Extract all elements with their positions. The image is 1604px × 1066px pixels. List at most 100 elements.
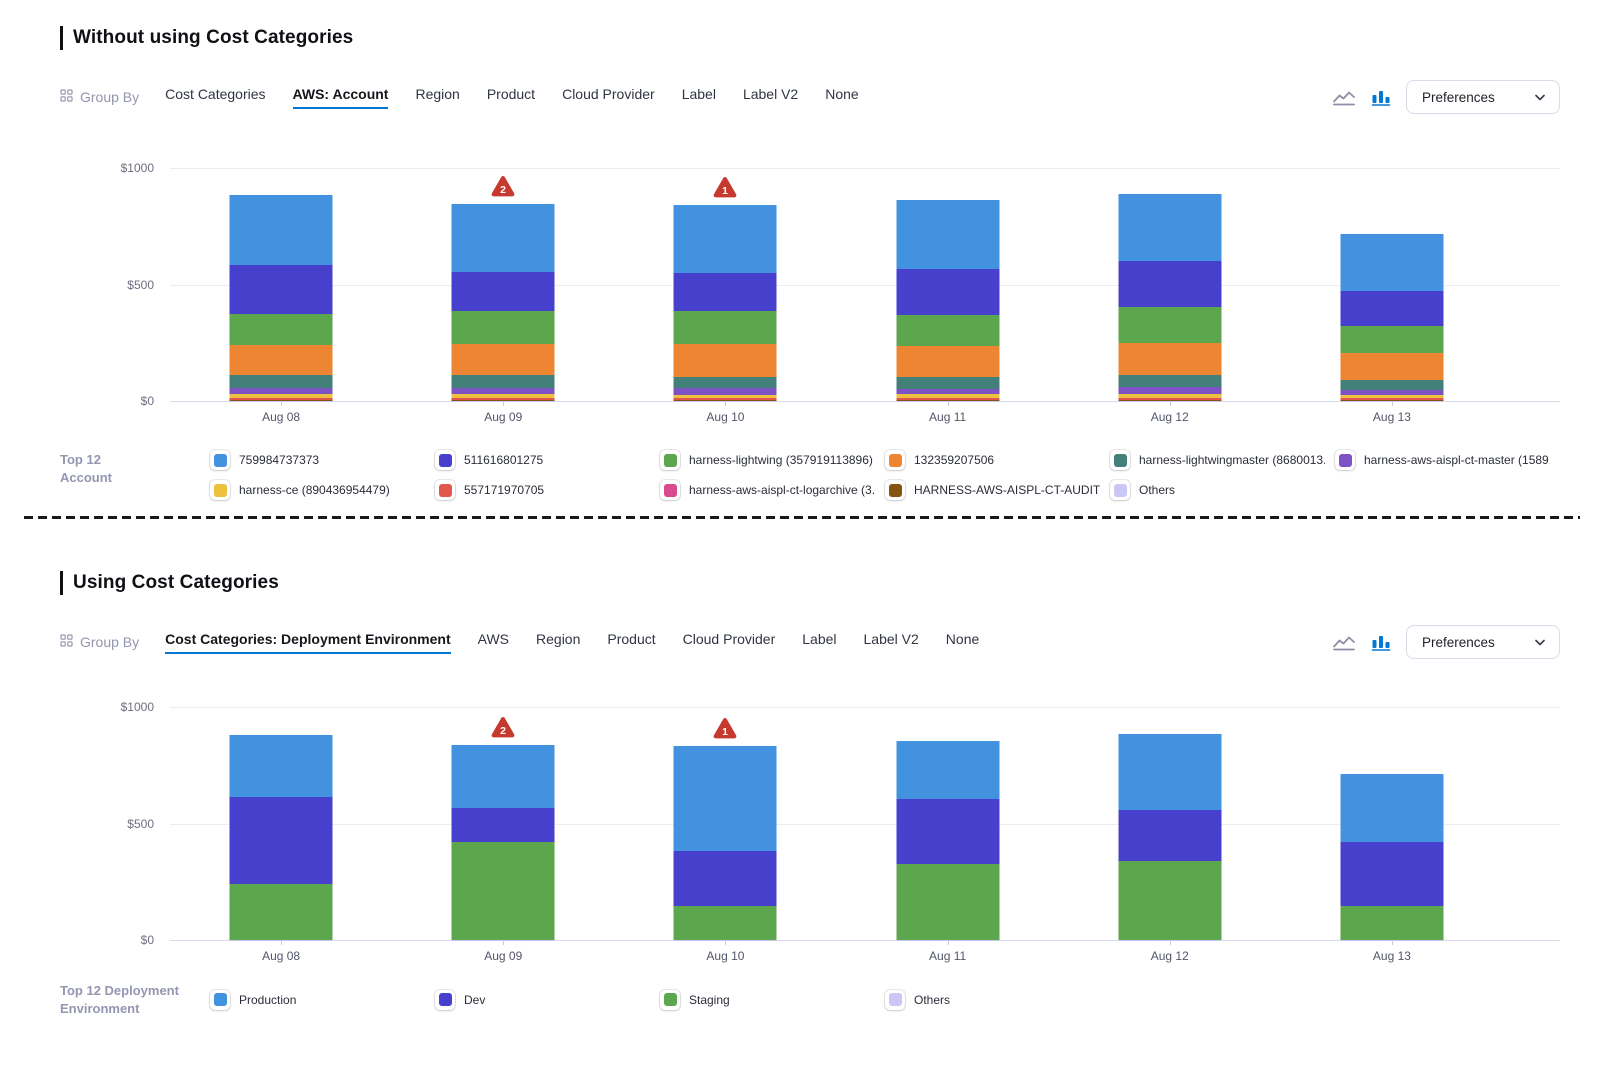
bar-segment-dev[interactable] [230,797,333,884]
group-by-tab-product[interactable]: Product [607,631,655,654]
anomaly-warning-icon[interactable]: 1 [712,717,738,739]
bar-segment-staging[interactable] [674,906,777,940]
bar-segment-production[interactable] [1340,774,1443,842]
group-by-tab-cost-categories[interactable]: Cost Categories [165,86,265,109]
bar-segment-dev[interactable] [1340,842,1443,906]
legend-item-staging[interactable]: Staging [660,990,885,1010]
bar-segment-132359207506[interactable] [230,345,333,375]
bar-segment-harness-aws-aispl-ct-master-1589[interactable] [674,388,777,395]
bar-segment-132359207506[interactable] [1340,353,1443,380]
legend-item-harness-ce-890436954479[interactable]: harness-ce (890436954479) [210,480,435,500]
bar-segment-511616801275[interactable] [1118,261,1221,306]
bar-aug-11[interactable] [896,741,999,940]
group-by-tab-aws-account[interactable]: AWS: Account [293,86,389,109]
bar-segment-759984737373[interactable] [230,195,333,265]
legend-item-harness-aws-aispl-ct-audit[interactable]: HARNESS-AWS-AISPL-CT-AUDIT (... [885,480,1110,500]
bar-segment-132359207506[interactable] [452,344,555,375]
bar-aug-10[interactable] [674,205,777,401]
group-by-tab-none[interactable]: None [946,631,979,654]
group-by-tab-none[interactable]: None [825,86,858,109]
preferences-button[interactable]: Preferences [1406,625,1560,659]
bar-segment-production[interactable] [1118,734,1221,811]
legend-item-dev[interactable]: Dev [435,990,660,1010]
bar-segment-harness-lightwingmaster-8680013[interactable] [1118,375,1221,387]
group-by-tab-aws[interactable]: AWS [478,631,509,654]
bar-segment-harness-lightwing-357919113896[interactable] [230,314,333,345]
bar-segment-staging[interactable] [452,842,555,940]
bar-segment-harness-lightwing-357919113896[interactable] [452,311,555,344]
bar-aug-12[interactable] [1118,734,1221,940]
legend-item-511616801275[interactable]: 511616801275 [435,450,660,470]
bar-segment-511616801275[interactable] [674,273,777,311]
anomaly-warning-icon[interactable]: 2 [490,175,516,197]
group-by-tab-region[interactable]: Region [536,631,580,654]
bar-aug-13[interactable] [1340,774,1443,940]
legend-item-harness-aws-aispl-ct-master-1589[interactable]: harness-aws-aispl-ct-master (1589... [1335,450,1560,470]
group-by-tab-product[interactable]: Product [487,86,535,109]
bar-aug-09[interactable] [452,745,555,940]
legend-item-132359207506[interactable]: 132359207506 [885,450,1110,470]
group-by-tab-cloud-provider[interactable]: Cloud Provider [562,86,655,109]
bar-segment-759984737373[interactable] [1118,194,1221,262]
bar-segment-harness-lightwingmaster-8680013[interactable] [1340,380,1443,390]
group-by-tab-label[interactable]: Label [802,631,836,654]
bar-segment-production[interactable] [452,745,555,808]
legend-item-759984737373[interactable]: 759984737373 [210,450,435,470]
line-chart-toggle-icon[interactable] [1332,89,1356,106]
bar-segment-511616801275[interactable] [230,265,333,314]
bar-segment-759984737373[interactable] [674,205,777,273]
bar-segment-harness-lightwingmaster-8680013[interactable] [674,377,777,389]
bar-segment-harness-aws-aispl-ct-master-1589[interactable] [1118,387,1221,394]
legend-item-557171970705[interactable]: 557171970705 [435,480,660,500]
legend-item-harness-aws-aispl-ct-logarchive-3[interactable]: harness-aws-aispl-ct-logarchive (3... [660,480,885,500]
bar-segment-staging[interactable] [230,884,333,940]
bar-segment-harness-lightwing-357919113896[interactable] [674,311,777,344]
group-by-tab-cloud-provider[interactable]: Cloud Provider [683,631,776,654]
anomaly-warning-icon[interactable]: 1 [712,176,738,198]
bar-aug-09[interactable] [452,204,555,401]
bar-segment-staging[interactable] [1340,906,1443,940]
bar-segment-dev[interactable] [452,808,555,842]
bar-segment-132359207506[interactable] [674,344,777,377]
bar-segment-harness-lightwingmaster-8680013[interactable] [452,375,555,388]
anomaly-warning-icon[interactable]: 2 [490,716,516,738]
group-by-tab-label-v2[interactable]: Label V2 [864,631,919,654]
group-by-tab-cost-categories-deployment-environment[interactable]: Cost Categories: Deployment Environment [165,631,451,654]
bar-segment-dev[interactable] [896,799,999,864]
legend-item-others[interactable]: Others [885,990,1110,1010]
bar-segment-dev[interactable] [674,851,777,906]
legend-item-production[interactable]: Production [210,990,435,1010]
bar-segment-132359207506[interactable] [1118,343,1221,376]
bar-segment-759984737373[interactable] [452,204,555,272]
legend-item-harness-lightwingmaster-8680013[interactable]: harness-lightwingmaster (8680013... [1110,450,1335,470]
bar-segment-harness-lightwingmaster-8680013[interactable] [896,377,999,390]
bar-aug-11[interactable] [896,200,999,401]
bar-chart-toggle-icon[interactable] [1371,634,1391,651]
bar-segment-production[interactable] [230,735,333,797]
bar-aug-10[interactable] [674,746,777,940]
bar-aug-13[interactable] [1340,234,1443,401]
group-by-tab-region[interactable]: Region [415,86,459,109]
bar-segment-759984737373[interactable] [896,200,999,270]
legend-item-harness-lightwing-357919113896[interactable]: harness-lightwing (357919113896) [660,450,885,470]
group-by-tab-label[interactable]: Label [682,86,716,109]
bar-segment-511616801275[interactable] [452,272,555,312]
bar-aug-12[interactable] [1118,194,1221,401]
bar-segment-staging[interactable] [896,864,999,940]
bar-segment-harness-lightwing-357919113896[interactable] [896,315,999,346]
bar-segment-harness-lightwingmaster-8680013[interactable] [230,375,333,388]
bar-segment-staging[interactable] [1118,861,1221,940]
bar-segment-harness-lightwing-357919113896[interactable] [1340,326,1443,353]
bar-segment-511616801275[interactable] [1340,291,1443,326]
bar-chart-toggle-icon[interactable] [1371,89,1391,106]
bar-segment-dev[interactable] [1118,810,1221,860]
preferences-button[interactable]: Preferences [1406,80,1560,114]
bar-segment-production[interactable] [896,741,999,799]
line-chart-toggle-icon[interactable] [1332,634,1356,651]
bar-segment-harness-lightwing-357919113896[interactable] [1118,307,1221,343]
bar-segment-production[interactable] [674,746,777,851]
legend-item-others[interactable]: Others [1110,480,1335,500]
group-by-tab-label-v2[interactable]: Label V2 [743,86,798,109]
bar-segment-759984737373[interactable] [1340,234,1443,291]
bar-segment-511616801275[interactable] [896,269,999,314]
